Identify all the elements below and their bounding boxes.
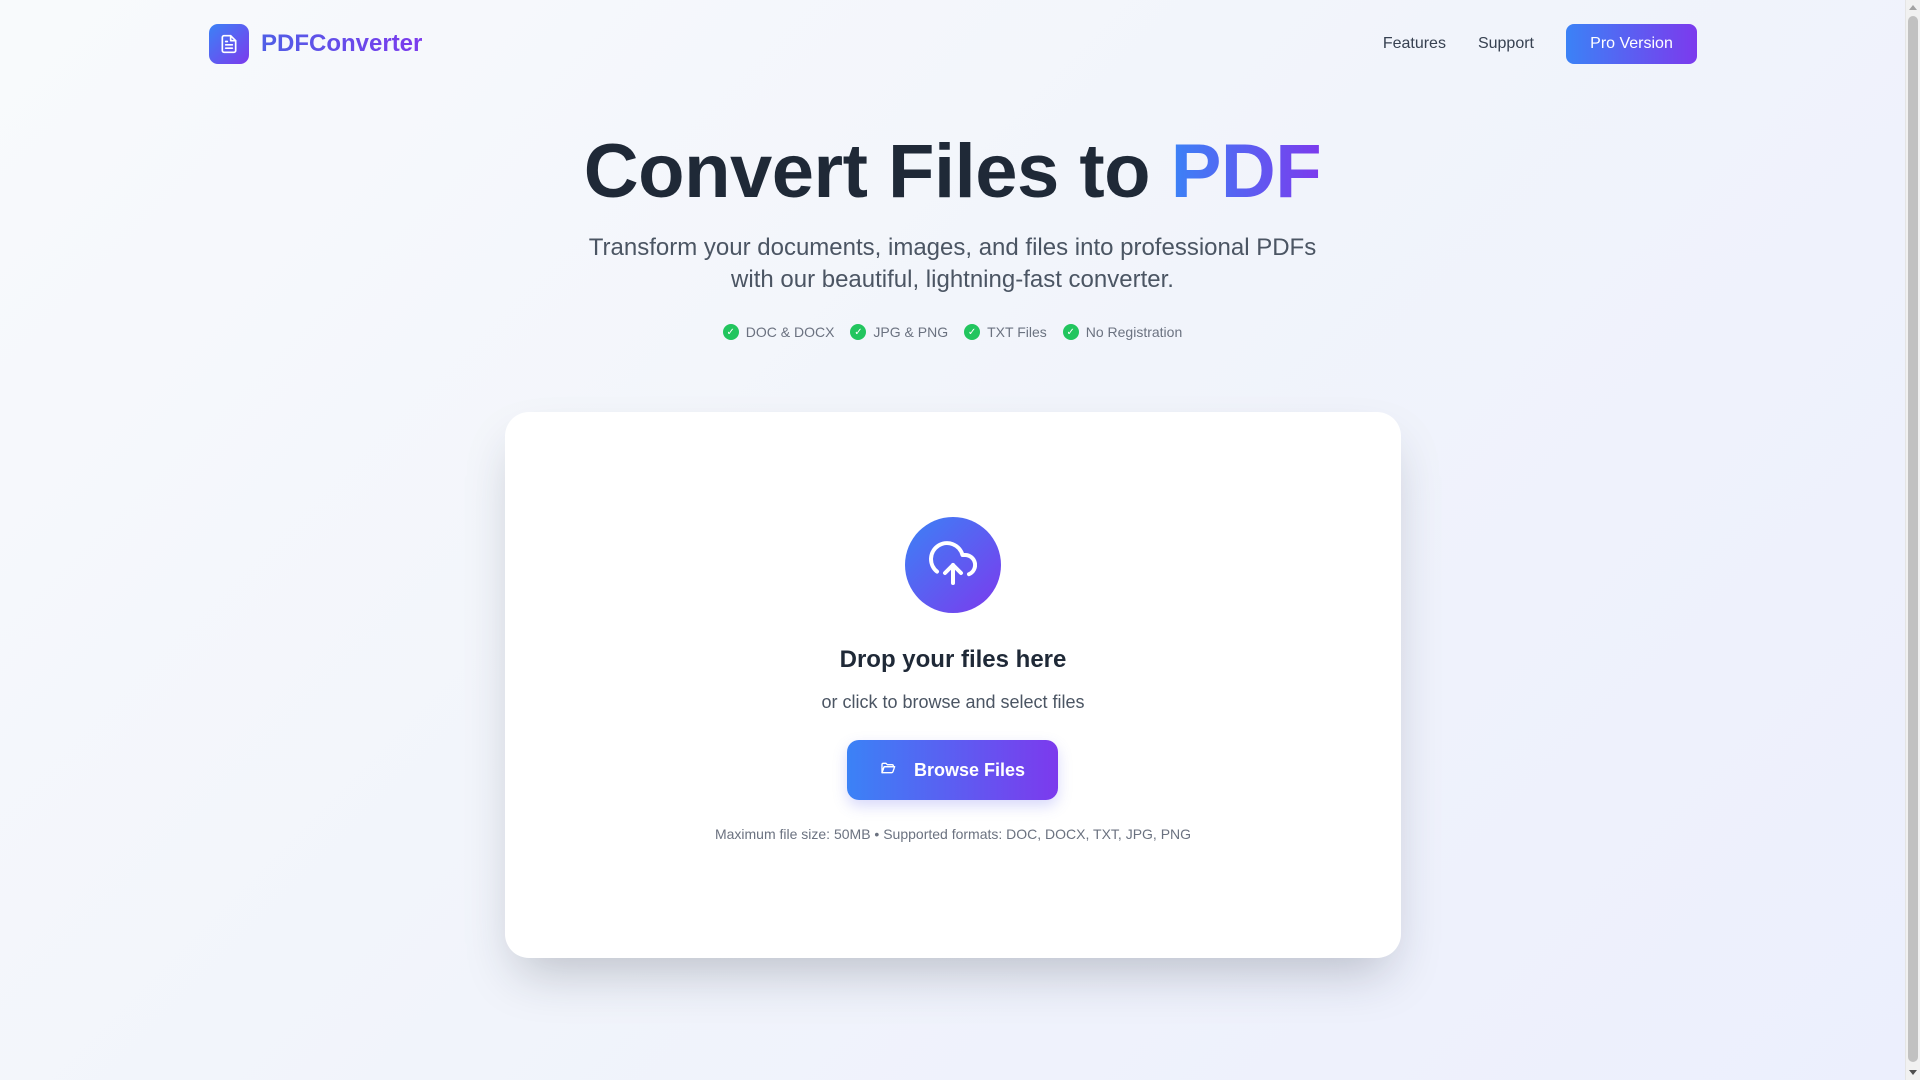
check-icon: ✓ [850, 324, 867, 340]
check-icon: ✓ [722, 324, 739, 340]
scroll-down-arrow-icon[interactable] [1909, 1070, 1917, 1075]
scroll-up-arrow-icon[interactable] [1909, 5, 1917, 10]
page: PDFConverter Features Support Pro Versio… [0, 0, 1905, 1080]
feature-badges: ✓ DOC & DOCX ✓ JPG & PNG ✓ TXT Files ✓ N… [0, 324, 1905, 340]
folder-open-icon [880, 760, 896, 781]
hero-title-accent: PDF [1170, 129, 1322, 214]
pro-version-button[interactable]: Pro Version [1566, 24, 1697, 64]
feature-badge: ✓ DOC & DOCX [722, 324, 835, 340]
file-limits-info: Maximum file size: 50MB • Supported form… [714, 826, 1192, 842]
hero-title-main: Convert Files to [583, 129, 1151, 214]
main-nav: Features Support Pro Version [1383, 24, 1697, 64]
brand-name: PDFConverter [261, 30, 423, 57]
check-icon: ✓ [1062, 324, 1079, 340]
upload-dropzone[interactable]: Drop your files here or click to browse … [505, 412, 1401, 958]
brand[interactable]: PDFConverter [209, 24, 422, 64]
scrollbar-thumb[interactable] [1908, 16, 1918, 1062]
site-header: PDFConverter Features Support Pro Versio… [209, 24, 1697, 64]
document-icon [209, 24, 249, 64]
dropzone-title: Drop your files here [839, 646, 1067, 673]
feature-badge: ✓ JPG & PNG [850, 324, 948, 340]
feature-badge-label: JPG & PNG [873, 324, 949, 340]
vertical-scrollbar[interactable] [1905, 0, 1920, 1080]
hero-subtitle: Transform your documents, images, and fi… [588, 234, 1317, 293]
cloud-upload-icon [905, 517, 1001, 613]
dropzone-subtitle: or click to browse and select files [821, 692, 1085, 712]
check-icon: ✓ [964, 324, 981, 340]
feature-badge-label: No Registration [1085, 324, 1183, 340]
nav-link-features[interactable]: Features [1383, 35, 1446, 53]
hero: Convert Files to PDF Transform your docu… [0, 128, 1905, 340]
feature-badge: ✓ TXT Files [964, 324, 1047, 340]
feature-badge-label: TXT Files [987, 324, 1047, 340]
browse-files-label: Browse Files [913, 759, 1026, 780]
nav-link-support[interactable]: Support [1478, 35, 1534, 53]
browse-files-button[interactable]: Browse Files [847, 740, 1058, 800]
hero-title: Convert Files to PDF [0, 128, 1905, 216]
feature-badge-label: DOC & DOCX [745, 324, 835, 340]
feature-badge: ✓ No Registration [1062, 324, 1183, 340]
